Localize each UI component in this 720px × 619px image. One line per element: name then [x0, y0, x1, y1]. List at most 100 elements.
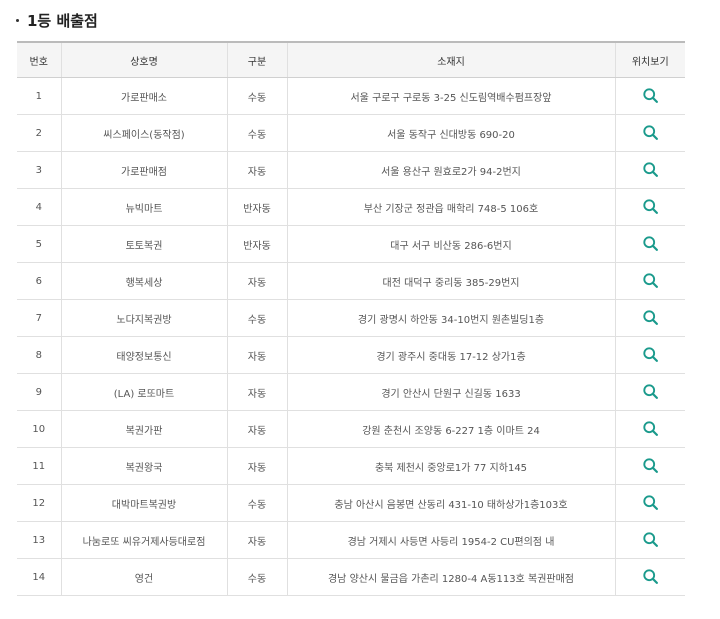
- search-icon: [643, 310, 658, 325]
- view-location-button[interactable]: [640, 455, 660, 475]
- view-location-button[interactable]: [640, 344, 660, 364]
- cell-store-name: 토토복권: [60, 225, 228, 263]
- column-header-type: 구분: [226, 41, 288, 78]
- view-location-button[interactable]: [640, 492, 660, 512]
- cell-location: [614, 521, 685, 559]
- view-location-button[interactable]: [640, 418, 660, 438]
- bullet-dot-icon: [16, 19, 19, 22]
- cell-store-name: (LA) 로또마트: [60, 373, 228, 411]
- table-row: 4 뉴빅마트 반자동 부산 기장군 정관읍 매학리 748-5 106호: [17, 188, 685, 226]
- cell-location: [614, 484, 685, 522]
- cell-number: 13: [17, 521, 62, 559]
- cell-store-name: 복권가판: [60, 410, 228, 448]
- cell-number: 8: [17, 336, 62, 374]
- cell-address: 서울 용산구 원효로2가 94-2번지: [286, 151, 616, 189]
- cell-number: 10: [17, 410, 62, 448]
- cell-number: 9: [17, 373, 62, 411]
- table-body: 1 가로판매소 수동 서울 구로구 구로동 3-25 신도림역배수펌프장앞 2 씨스페이스…: [17, 77, 685, 596]
- cell-address: 서울 구로구 구로동 3-25 신도림역배수펌프장앞: [286, 77, 616, 115]
- view-location-button[interactable]: [640, 233, 660, 253]
- table-row: 7 노다지복권방 수동 경기 광명시 하안동 34-10번지 원촌빌딩1층: [17, 299, 685, 337]
- cell-location: [614, 151, 685, 189]
- search-icon: [643, 384, 658, 399]
- cell-address: 경남 양산시 물금읍 가촌리 1280-4 A동113호 복권판매점: [286, 558, 616, 596]
- view-location-button[interactable]: [640, 159, 660, 179]
- cell-number: 11: [17, 447, 62, 485]
- cell-store-name: 대박마트복권방: [60, 484, 228, 522]
- cell-store-name: 나눔로또 씨유거제사등대로점: [60, 521, 228, 559]
- view-location-button[interactable]: [640, 566, 660, 586]
- cell-type: 자동: [226, 151, 288, 189]
- search-icon: [643, 347, 658, 362]
- cell-type: 수동: [226, 558, 288, 596]
- table-header-row: 번호 상호명 구분 소재지 위치보기: [17, 41, 685, 78]
- cell-type: 반자동: [226, 188, 288, 226]
- search-icon: [643, 458, 658, 473]
- cell-address: 경기 광명시 하안동 34-10번지 원촌빌딩1층: [286, 299, 616, 337]
- search-icon: [643, 236, 658, 251]
- cell-type: 수동: [226, 77, 288, 115]
- cell-type: 자동: [226, 336, 288, 374]
- cell-address: 강원 춘천시 조양동 6-227 1층 이마트 24: [286, 410, 616, 448]
- view-location-button[interactable]: [640, 196, 660, 216]
- cell-location: [614, 114, 685, 152]
- search-icon: [643, 532, 658, 547]
- cell-address: 부산 기장군 정관읍 매학리 748-5 106호: [286, 188, 616, 226]
- view-location-button[interactable]: [640, 381, 660, 401]
- cell-type: 자동: [226, 521, 288, 559]
- table-row: 14 영건 수동 경남 양산시 물금읍 가촌리 1280-4 A동113호 복권판매점: [17, 558, 685, 596]
- table-row: 12 대박마트복권방 수동 충남 아산시 음봉면 산동리 431-10 태하상가1층1…: [17, 484, 685, 522]
- cell-number: 7: [17, 299, 62, 337]
- view-location-button[interactable]: [640, 122, 660, 142]
- cell-store-name: 태양정보통신: [60, 336, 228, 374]
- view-location-button[interactable]: [640, 307, 660, 327]
- cell-location: [614, 77, 685, 115]
- column-header-store-name: 상호명: [60, 41, 228, 78]
- search-icon: [643, 495, 658, 510]
- search-icon: [643, 421, 658, 436]
- cell-address: 서울 동작구 신대방동 690-20: [286, 114, 616, 152]
- view-location-button[interactable]: [640, 270, 660, 290]
- search-icon: [643, 125, 658, 140]
- cell-store-name: 씨스페이스(동작점): [60, 114, 228, 152]
- cell-number: 6: [17, 262, 62, 300]
- cell-location: [614, 558, 685, 596]
- search-icon: [643, 162, 658, 177]
- cell-type: 자동: [226, 373, 288, 411]
- cell-address: 경기 광주시 중대동 17-12 상가1층: [286, 336, 616, 374]
- table-row: 1 가로판매소 수동 서울 구로구 구로동 3-25 신도림역배수펌프장앞: [17, 77, 685, 115]
- cell-store-name: 뉴빅마트: [60, 188, 228, 226]
- cell-store-name: 가로판매소: [60, 77, 228, 115]
- cell-store-name: 영건: [60, 558, 228, 596]
- search-icon: [643, 88, 658, 103]
- view-location-button[interactable]: [640, 85, 660, 105]
- cell-number: 1: [17, 77, 62, 115]
- table-row: 5 토토복권 반자동 대구 서구 비산동 286-6번지: [17, 225, 685, 263]
- cell-number: 5: [17, 225, 62, 263]
- search-icon: [643, 273, 658, 288]
- cell-store-name: 가로판매점: [60, 151, 228, 189]
- search-icon: [643, 199, 658, 214]
- table-row: 3 가로판매점 자동 서울 용산구 원효로2가 94-2번지: [17, 151, 685, 189]
- cell-address: 충남 아산시 음봉면 산동리 431-10 태하상가1층103호: [286, 484, 616, 522]
- section-heading: 1등 배출점: [16, 10, 98, 31]
- cell-type: 자동: [226, 447, 288, 485]
- cell-address: 충북 제천시 중앙로1가 77 지하145: [286, 447, 616, 485]
- winning-stores-table-container: 번호 상호명 구분 소재지 위치보기 1 가로판매소 수동 서울 구로구 구로동 3-…: [17, 41, 685, 596]
- cell-type: 자동: [226, 262, 288, 300]
- cell-location: [614, 336, 685, 374]
- cell-type: 수동: [226, 114, 288, 152]
- cell-type: 자동: [226, 410, 288, 448]
- table-row: 2 씨스페이스(동작점) 수동 서울 동작구 신대방동 690-20: [17, 114, 685, 152]
- cell-address: 경기 안산시 단원구 신길동 1633: [286, 373, 616, 411]
- column-header-number: 번호: [17, 41, 62, 78]
- cell-address: 대전 대덕구 중리동 385-29번지: [286, 262, 616, 300]
- column-header-address: 소재지: [286, 41, 616, 78]
- view-location-button[interactable]: [640, 529, 660, 549]
- cell-number: 4: [17, 188, 62, 226]
- cell-location: [614, 373, 685, 411]
- cell-number: 2: [17, 114, 62, 152]
- cell-location: [614, 225, 685, 263]
- table-row: 10 복권가판 자동 강원 춘천시 조양동 6-227 1층 이마트 24: [17, 410, 685, 448]
- cell-address: 경남 거제시 사등면 사등리 1954-2 CU편의점 내: [286, 521, 616, 559]
